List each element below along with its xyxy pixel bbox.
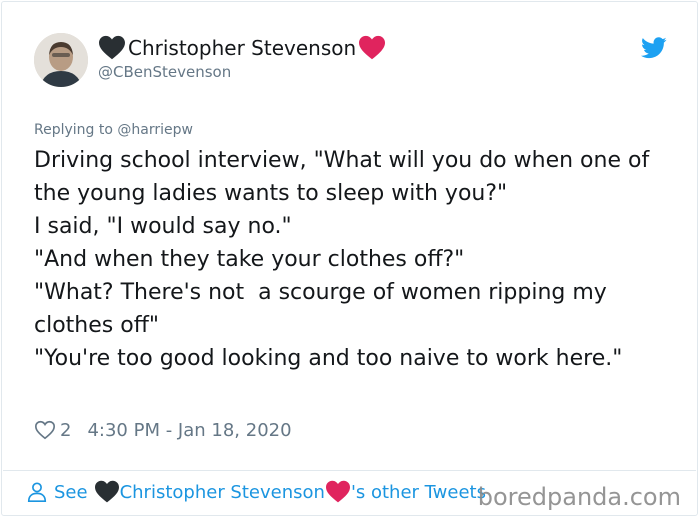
twitter-bird-icon[interactable] — [641, 37, 667, 59]
like-count[interactable]: 2 — [60, 420, 71, 441]
footer-name: Christopher Stevenson — [119, 481, 325, 503]
avatar[interactable] — [34, 33, 88, 87]
timestamp[interactable]: 4:30 PM - Jan 18, 2020 — [87, 420, 291, 441]
see-label: See — [54, 481, 88, 503]
user-handle[interactable]: @CBenStevenson — [98, 63, 231, 81]
watermark: boredpanda.com — [477, 483, 681, 511]
tweet-meta: 2 4:30 PM - Jan 18, 2020 — [34, 419, 292, 441]
tweet-text: Driving school interview, "What will you… — [34, 148, 650, 371]
black-heart-icon — [94, 480, 119, 503]
black-heart-icon — [99, 35, 125, 60]
tweet-header: Christopher Stevenson @CBenStevenson — [34, 33, 697, 89]
red-heart-icon — [325, 480, 350, 503]
display-name-row[interactable]: Christopher Stevenson — [98, 35, 386, 61]
display-name[interactable]: Christopher Stevenson — [128, 36, 356, 60]
replying-to[interactable]: Replying to @harriepw — [34, 122, 193, 138]
divider — [3, 470, 696, 471]
footer-suffix: 's other Tweets — [350, 481, 486, 503]
see-other-tweets-link[interactable]: See Christopher Stevenson 's other Tweet… — [26, 480, 486, 504]
tweet-card: Christopher Stevenson @CBenStevenson Rep… — [1, 1, 698, 516]
person-icon — [27, 482, 47, 502]
red-heart-icon — [359, 35, 386, 60]
heart-outline-icon[interactable] — [34, 419, 56, 441]
